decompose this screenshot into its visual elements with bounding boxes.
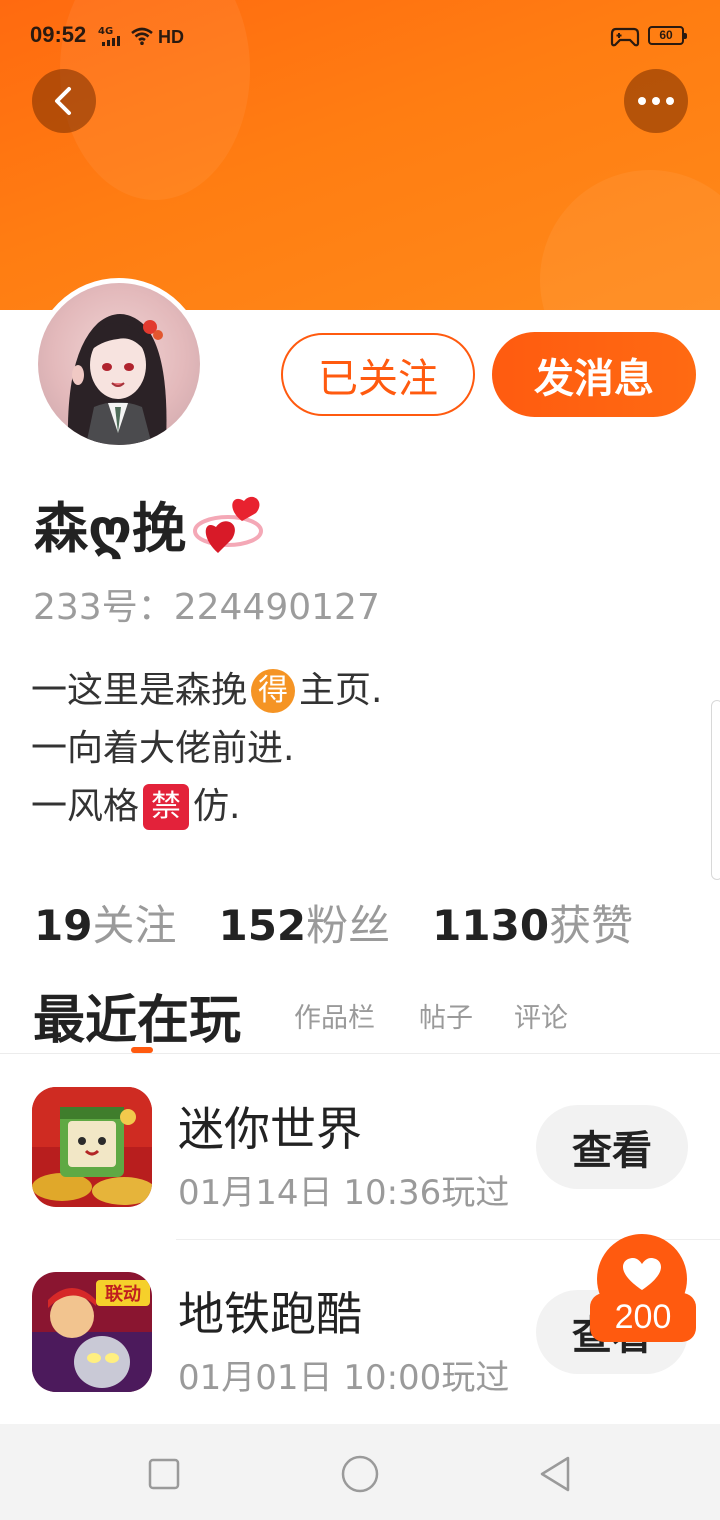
side-handle[interactable] — [711, 700, 720, 880]
stats-row: 19 关注 152 粉丝 1130 获赞 — [34, 892, 675, 953]
bio: 一这里是森挽 得 主页. 一向着大佬前进. 一风格 禁 仿. — [31, 662, 382, 836]
subway-surfers-game-icon: 联动 — [32, 1272, 152, 1392]
prohibited-badge-icon: 禁 — [143, 784, 190, 830]
game-played-time: 01月01日 10:00玩过 — [178, 1358, 510, 1398]
collab-badge: 联动 — [105, 1284, 141, 1305]
stat-number: 1130 — [432, 901, 550, 950]
triangle-back-icon[interactable] — [536, 1454, 576, 1494]
send-message-button[interactable]: 发消息 — [492, 332, 696, 417]
de-badge-icon: 得 — [251, 669, 296, 713]
stat-label: 获赞 — [549, 901, 634, 950]
followed-button[interactable]: 已关注 — [281, 333, 475, 416]
stat-followers[interactable]: 152 粉丝 — [218, 892, 390, 953]
more-dots-icon — [638, 97, 674, 105]
two-hearts-icon — [192, 496, 263, 553]
circle-icon[interactable] — [340, 1454, 380, 1494]
bio-line: 一向着大佬前进. — [31, 720, 382, 778]
status-time: 09:52 — [30, 22, 87, 47]
user-name-row: 森ღ挽 — [34, 484, 266, 563]
bio-line: 一这里是森挽 得 主页. — [31, 662, 382, 720]
status-bar: 09:52 4G HD 60 — [0, 0, 720, 76]
bio-text: 一这里是森挽 — [31, 670, 248, 711]
bio-text: 仿. — [193, 786, 241, 827]
bio-text: 一风格 — [31, 786, 140, 827]
like-count-badge: 200 — [590, 1293, 696, 1342]
tab-posts[interactable]: 帖子 — [419, 996, 473, 1035]
battery-indicator: 60 — [648, 26, 687, 45]
divider — [0, 1053, 720, 1054]
avatar-image — [38, 283, 200, 445]
heart-icon — [623, 1258, 661, 1290]
signal-icon — [102, 36, 122, 46]
header-decoration — [540, 170, 720, 310]
view-button[interactable]: 查看 — [536, 1105, 688, 1189]
stat-label: 关注 — [92, 901, 177, 950]
game-played-time: 01月14日 10:36玩过 — [178, 1173, 510, 1213]
list-item[interactable]: 迷你世界 01月14日 10:36玩过 查看 — [0, 1055, 720, 1239]
bio-text: 主页. — [299, 670, 383, 711]
tab-works[interactable]: 作品栏 — [294, 996, 375, 1035]
tab-comments[interactable]: 评论 — [514, 996, 568, 1035]
game-title: 地铁跑酷 — [178, 1287, 362, 1341]
game-mode-icon — [610, 27, 640, 47]
stat-number: 152 — [218, 901, 307, 950]
mini-world-game-icon — [32, 1087, 152, 1207]
user-name: 森ღ挽 — [34, 497, 186, 560]
hd-indicator: HD — [158, 27, 184, 47]
bio-text: 一向着大佬前进. — [31, 728, 295, 769]
back-button[interactable] — [32, 69, 96, 133]
more-button[interactable] — [624, 69, 688, 133]
tab-recently-played[interactable]: 最近在玩 — [33, 978, 241, 1053]
wifi-icon — [131, 27, 153, 45]
avatar[interactable] — [33, 278, 205, 450]
system-nav-bar — [0, 1424, 720, 1520]
stat-likes[interactable]: 1130 获赞 — [432, 892, 633, 953]
bio-line: 一风格 禁 仿. — [31, 778, 382, 836]
stat-label: 粉丝 — [306, 901, 391, 950]
stat-following[interactable]: 19 关注 — [34, 892, 176, 953]
stat-number: 19 — [34, 901, 93, 950]
chevron-left-icon — [55, 87, 71, 115]
profile-page: 09:52 4G HD 60 已关注 发消息 森ღ挽 233号：22449012… — [0, 0, 720, 1520]
game-title: 迷你世界 — [178, 1102, 362, 1156]
user-id: 233号：224490127 — [33, 587, 380, 628]
square-icon[interactable] — [144, 1454, 184, 1494]
